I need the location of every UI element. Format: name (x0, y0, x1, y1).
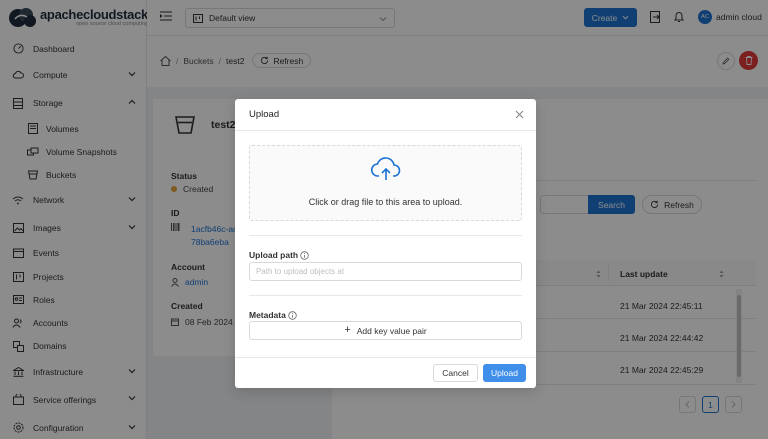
metadata-label: Metadata (249, 310, 297, 320)
upload-path-label-text: Upload path (249, 250, 299, 260)
plus-icon: + (344, 324, 351, 336)
upload-path-input[interactable] (249, 262, 522, 281)
upload-path-label: Upload path (249, 250, 309, 260)
info-circle-icon[interactable] (288, 310, 297, 320)
metadata-label-text: Metadata (249, 310, 286, 320)
upload-dropzone[interactable]: Click or drag file to this area to uploa… (249, 145, 522, 221)
add-key-value-button[interactable]: + Add key value pair (249, 321, 522, 340)
cloud-upload-icon (370, 156, 402, 182)
cancel-button[interactable]: Cancel (433, 364, 478, 382)
upload-button[interactable]: Upload (483, 364, 526, 382)
dropzone-text: Click or drag file to this area to uploa… (308, 197, 463, 207)
modal-title: Upload (249, 109, 280, 120)
upload-modal: Upload Click or drag file to this area t… (235, 99, 536, 388)
add-key-value-label: Add key value pair (356, 325, 427, 336)
info-circle-icon[interactable] (300, 250, 309, 260)
close-icon[interactable] (515, 110, 524, 119)
